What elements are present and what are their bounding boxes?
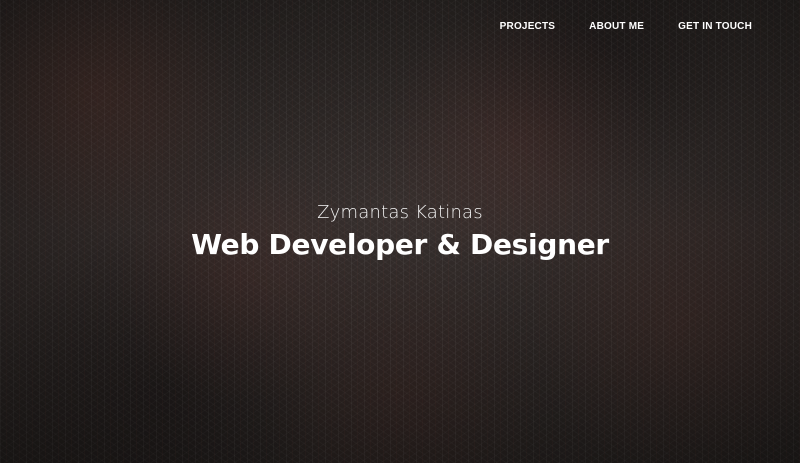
hero-heading: Zymantas Katinas Web Developer & Designe… [0,200,800,262]
nav-link-get-in-touch[interactable]: GET IN TOUCH [678,21,752,33]
nav-link-about-me[interactable]: ABOUT ME [589,21,644,33]
nav-link-projects[interactable]: PROJECTS [500,21,556,33]
top-navigation: PROJECTS ABOUT ME GET IN TOUCH [500,21,752,33]
author-name: Zymantas Katinas [317,202,483,223]
hero-title: Web Developer & Designer [191,228,609,261]
